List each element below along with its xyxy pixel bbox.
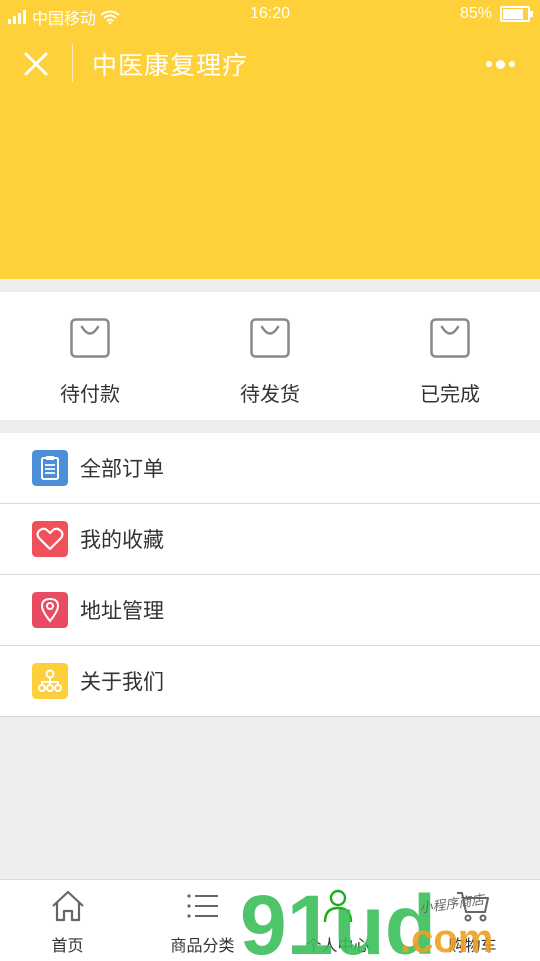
clipboard-icon (32, 450, 68, 486)
more-dot-icon (486, 61, 492, 67)
menu-item-label: 地址管理 (80, 599, 164, 623)
home-icon (51, 890, 84, 922)
bottom-tab-bar: 首页 商品分类 个人中心 购物车 (0, 879, 540, 961)
battery-level (503, 9, 524, 19)
page-title: 中医康复理疗 (92, 51, 249, 80)
nav-divider (72, 44, 73, 82)
menu-item-all-orders[interactable]: 全部订单 (0, 433, 540, 504)
order-label: 待付款 (60, 382, 120, 406)
menu-item-about-us[interactable]: 关于我们 (0, 646, 540, 717)
battery-icon (500, 6, 533, 22)
tab-label: 商品分类 (170, 936, 235, 955)
tab-label: 首页 (51, 936, 84, 955)
menu-item-address[interactable]: 地址管理 (0, 575, 540, 646)
order-status-row: 待付款 待发货 已完成 (0, 292, 540, 420)
close-icon[interactable] (18, 46, 54, 82)
menu-item-label: 全部订单 (80, 457, 164, 481)
org-chart-icon (32, 663, 68, 699)
tab-label: 购物车 (448, 936, 497, 955)
heart-icon (32, 521, 68, 557)
tab-profile[interactable]: 个人中心 (270, 880, 405, 961)
tab-label: 个人中心 (305, 936, 370, 955)
status-bar: 中国移动 16:20 85% (0, 0, 540, 30)
cart-icon (456, 892, 489, 922)
list-icon (186, 894, 218, 918)
menu-item-label: 关于我们 (80, 670, 164, 694)
menu-list: 全部订单 我的收藏 地址管理 关于我们 (0, 433, 540, 717)
order-pending-shipment[interactable]: 待发货 (180, 292, 360, 420)
more-menu-button[interactable] (486, 54, 522, 74)
profile-header: 中国移动 16:20 85% 中医康复理疗 (0, 0, 540, 279)
battery-percent: 85% (459, 5, 492, 22)
nav-bar: 中医康复理疗 (0, 30, 540, 96)
tab-categories[interactable]: 商品分类 (135, 880, 270, 961)
order-label: 已完成 (420, 382, 480, 406)
more-dot-icon (509, 61, 515, 67)
tab-home[interactable]: 首页 (0, 880, 135, 961)
shopping-bag-icon (250, 318, 290, 358)
more-dot-icon (496, 59, 505, 69)
shopping-bag-icon (70, 318, 110, 358)
location-pin-icon (32, 592, 68, 628)
order-pending-payment[interactable]: 待付款 (0, 292, 180, 420)
menu-item-favorites[interactable]: 我的收藏 (0, 504, 540, 575)
menu-item-label: 我的收藏 (80, 528, 164, 552)
order-label: 待发货 (240, 382, 300, 406)
order-completed[interactable]: 已完成 (360, 292, 540, 420)
shopping-bag-icon (430, 318, 470, 358)
person-icon (323, 889, 352, 923)
tab-cart[interactable]: 购物车 (405, 880, 540, 961)
